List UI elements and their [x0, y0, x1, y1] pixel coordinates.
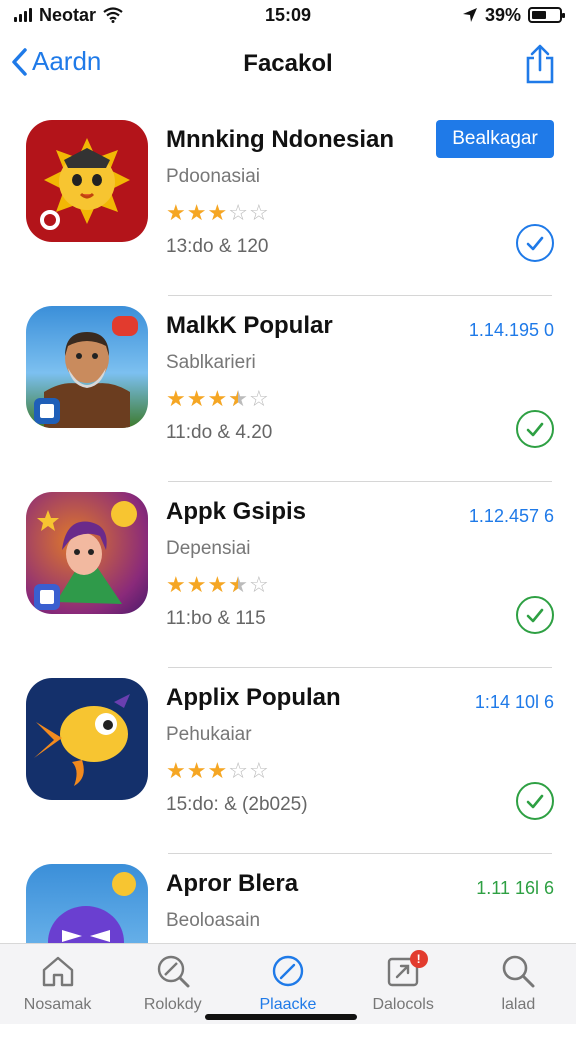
app-name: Apror Blera [166, 870, 299, 897]
home-icon [42, 956, 73, 987]
tab-label: Dalocols [372, 996, 434, 1013]
app-name: MalkK Popular [166, 312, 333, 339]
yellow-fish-icon[interactable] [26, 678, 148, 800]
compass-icon [272, 955, 304, 987]
list-item[interactable]: Appk Gsipis Depensiai ★ ★ ★ ★ ☆ 11:bo & … [0, 482, 576, 668]
app-meta: 11:bo & 115 [166, 608, 266, 629]
app-subtitle: Pdoonasiai [166, 166, 261, 187]
tab-search-circle[interactable]: Rolokdy [115, 944, 230, 1014]
share-icon [526, 44, 554, 84]
page-title: Facakol [243, 50, 333, 77]
checkmark-icon[interactable] [516, 596, 554, 634]
search-circle-icon [157, 955, 190, 988]
tab-compass[interactable]: Plaacke [230, 944, 345, 1014]
tab-home[interactable]: Nosamak [0, 944, 115, 1014]
star-full-icon: ★ [186, 572, 207, 597]
tab-label: Rolokdy [143, 996, 202, 1013]
list-item[interactable]: Applix Populan Pehukaiar ★ ★ ★ ☆ ☆ 15:do… [0, 668, 576, 854]
star-half-icon: ★ [228, 388, 248, 411]
app-meta: 15:do: & (2b025) [166, 794, 308, 815]
get-button[interactable]: Bealkagar [436, 120, 554, 158]
girl-character-icon[interactable] [26, 492, 148, 614]
version-label: 1.12.457 6 [468, 506, 554, 526]
star-full-icon: ★ [166, 758, 186, 783]
star-full-icon: ★ [186, 386, 207, 411]
home-indicator [205, 1014, 357, 1020]
status-time: 15:09 [264, 4, 312, 25]
version-label: 1.11 16l 6 [476, 878, 554, 898]
star-half-icon: ★ [228, 574, 248, 597]
version-label: 1.14.195 0 [468, 320, 554, 340]
checkmark-icon[interactable] [516, 782, 554, 820]
star-full-icon: ★ [207, 386, 228, 411]
star-empty-icon: ☆ [248, 386, 269, 411]
app-list: Mnnking Ndonesian Pdoonasiai ★ ★ ★ ☆ ☆ 1… [0, 110, 576, 1040]
tab-bar: Nosamak Rolokdy Plaacke ! Dalocols lalad [0, 943, 576, 1024]
checkmark-icon[interactable] [516, 410, 554, 448]
star-full-icon: ★ [207, 758, 228, 783]
list-item[interactable]: MalkK Popular Sablkarieri ★ ★ ★ ★ ☆ 11:d… [0, 296, 576, 482]
star-empty-icon: ☆ [228, 200, 248, 225]
app-name: Mnnking Ndonesian [166, 126, 394, 153]
battery-icon [528, 7, 565, 23]
status-bar: Neotar 15:09 39% [0, 0, 576, 30]
checkmark-icon[interactable] [516, 224, 554, 262]
star-rating: ★ ★ ★ ☆ ☆ [166, 760, 269, 782]
app-meta: 11:do & 4.20 [166, 422, 273, 443]
star-full-icon: ★ [207, 572, 228, 597]
tab-updates[interactable]: ! Dalocols [346, 944, 461, 1014]
star-empty-icon: ☆ [248, 758, 269, 783]
tab-search[interactable]: lalad [461, 944, 576, 1014]
navigation-bar: Aardn Facakol [0, 36, 576, 96]
star-full-icon: ★ [186, 200, 207, 225]
tiger-mascot-icon[interactable] [26, 120, 148, 242]
app-name: Appk Gsipis [166, 498, 307, 525]
star-empty-icon: ☆ [228, 758, 248, 783]
list-item[interactable]: Mnnking Ndonesian Pdoonasiai ★ ★ ★ ☆ ☆ 1… [0, 110, 576, 296]
star-rating: ★ ★ ★ ★ ☆ [166, 386, 269, 411]
app-meta: 13:do & 120 [166, 236, 269, 257]
star-full-icon: ★ [166, 200, 186, 225]
app-subtitle: Pehukaiar [166, 724, 252, 745]
tab-label: Plaacke [259, 996, 317, 1013]
app-subtitle: Beoloasain [166, 910, 261, 931]
bearded-man-icon[interactable] [26, 306, 148, 428]
star-full-icon: ★ [207, 200, 228, 225]
app-subtitle: Depensiai [166, 538, 251, 559]
tab-label: lalad [501, 996, 536, 1013]
star-full-icon: ★ [186, 758, 207, 783]
search-icon [503, 955, 535, 988]
star-empty-icon: ☆ [248, 572, 269, 597]
notification-badge: ! [409, 950, 428, 968]
star-full-icon: ★ [166, 386, 186, 411]
star-rating: ★ ★ ★ ★ ☆ [166, 572, 269, 597]
app-subtitle: Sablkarieri [166, 352, 256, 373]
tab-label: Nosamak [23, 996, 92, 1013]
star-rating: ★ ★ ★ ☆ ☆ [166, 202, 269, 224]
share-button[interactable] [524, 44, 556, 89]
star-empty-icon: ☆ [248, 200, 269, 225]
star-full-icon: ★ [166, 572, 186, 597]
app-name: Applix Populan [166, 684, 341, 711]
version-label: 1:14 10l 6 [474, 692, 554, 712]
